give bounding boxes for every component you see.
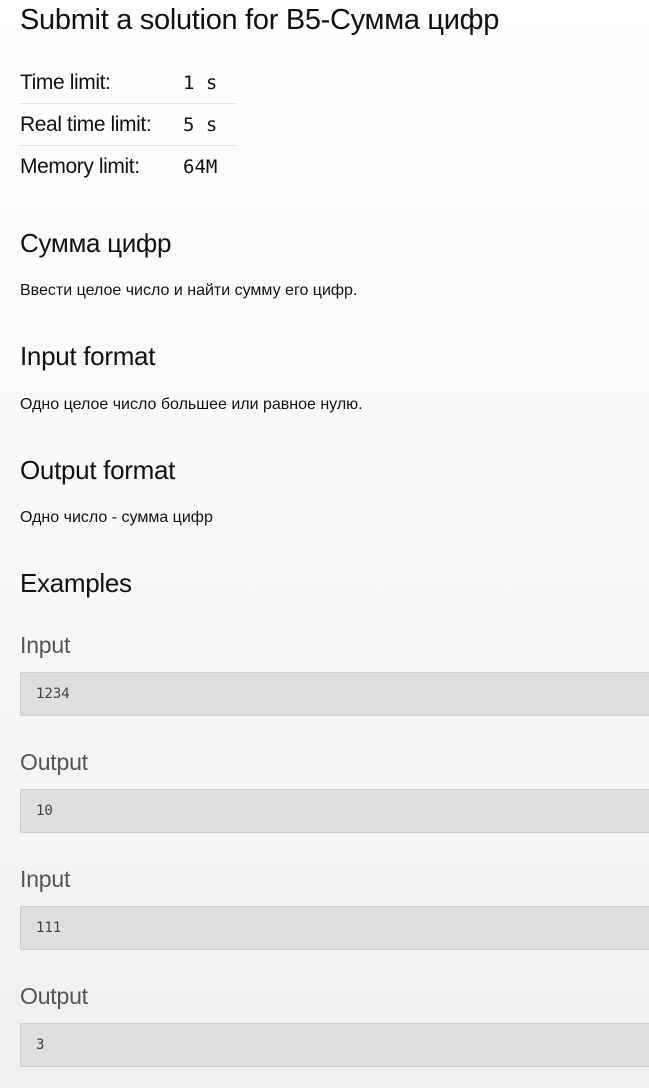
limits-table: Time limit: 1 s Real time limit: 5 s Mem… [20,62,235,187]
limit-value: 1 s [183,71,218,94]
example-output-block: 10 [20,789,649,833]
examples-title: Examples [20,568,132,598]
limit-label: Memory limit: [20,154,140,178]
page-title: Submit a solution for B5-Сумма цифр [20,4,500,36]
limit-row-real-time: Real time limit: 5 s [20,104,235,146]
input-format-text: Одно целое число большее или равное нулю… [20,396,363,413]
example-output-block: 3 [20,1023,649,1067]
example-input-block: 111 [20,906,649,950]
example-output-label: Output [20,983,88,1009]
example-input-label: Input [20,632,71,658]
limit-label: Real time limit: [20,112,152,136]
limit-row-time: Time limit: 1 s [20,62,235,104]
example-output-label: Output [20,749,88,775]
example-input-block: 1234 [20,672,649,716]
limit-value: 64M [183,155,218,178]
statement-title: Сумма цифр [20,228,172,258]
output-format-text: Одно число - сумма цифр [20,509,213,526]
output-format-title: Output format [20,455,176,485]
limit-label: Time limit: [20,70,111,94]
input-format-title: Input format [20,341,156,371]
limit-value: 5 s [183,113,218,136]
example-input-label: Input [20,866,71,892]
limit-row-memory: Memory limit: 64M [20,146,235,187]
statement-text: Ввести целое число и найти сумму его циф… [20,282,358,299]
